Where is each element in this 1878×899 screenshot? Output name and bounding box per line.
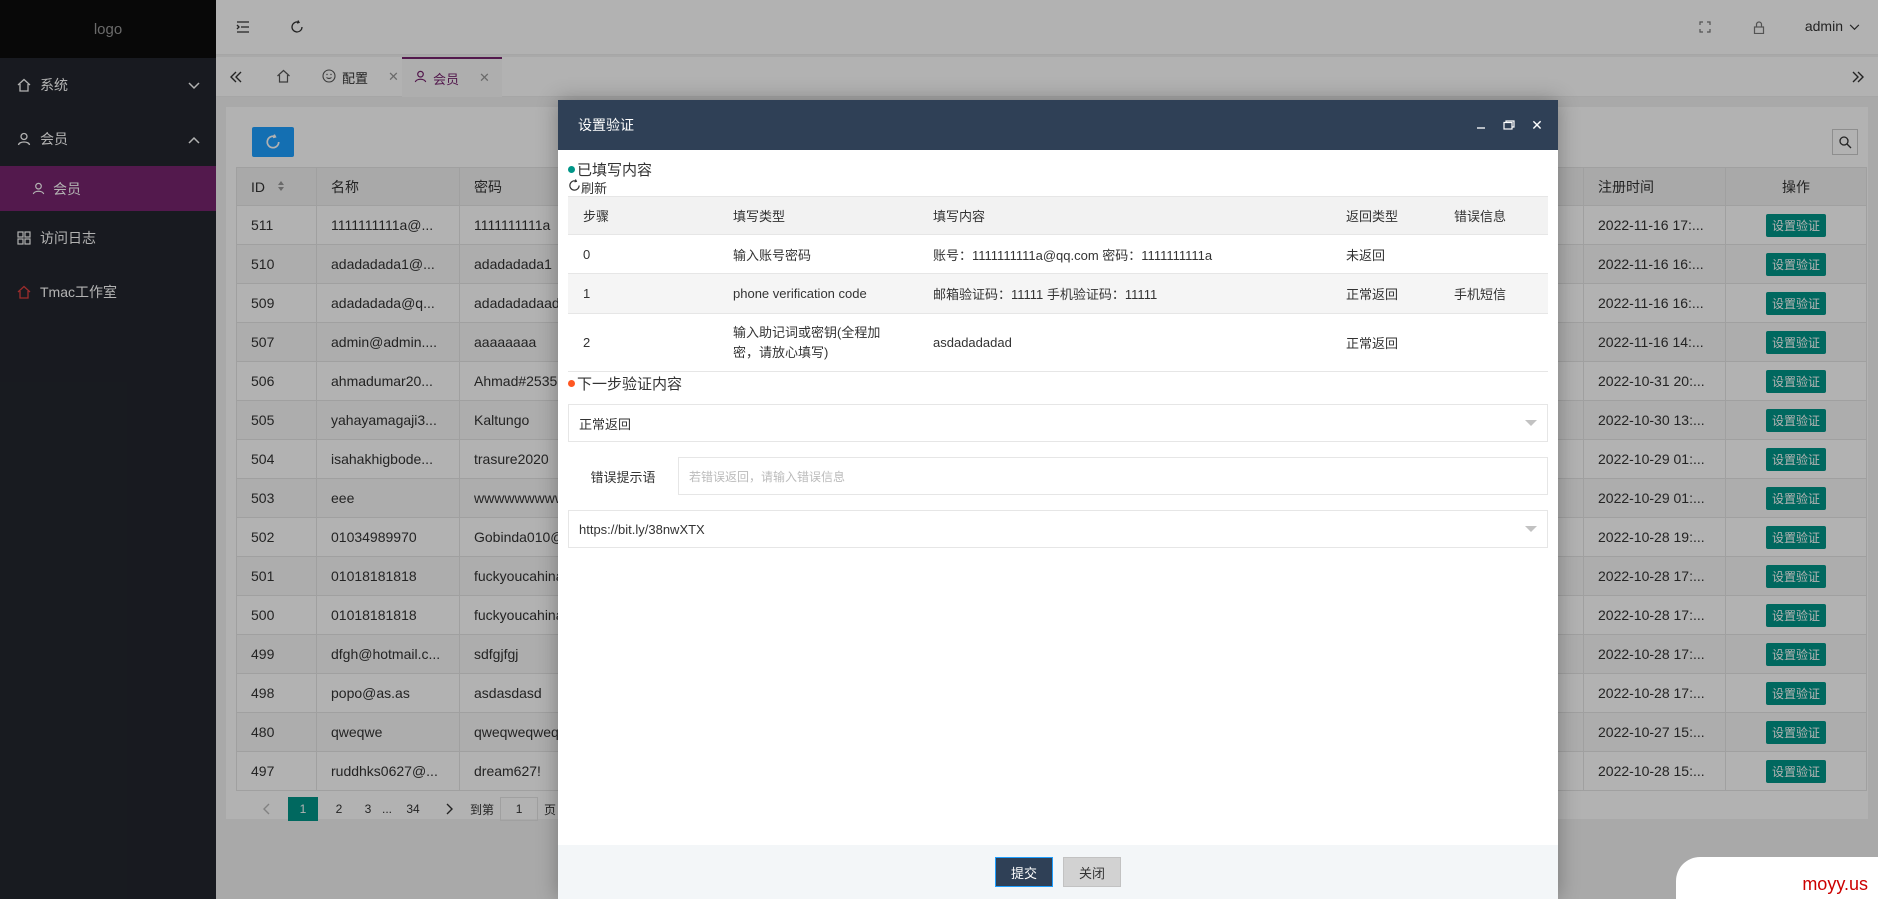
step-cell: 0 — [568, 234, 718, 274]
return-cell: 正常返回 — [1331, 273, 1439, 314]
modal-title: 设置验证 — [578, 117, 634, 133]
content-cell: asdadadadad — [918, 313, 1331, 372]
modal-body: 已填写内容 刷新 步骤 填写类型 填写内容 返回类型 错误信息 0 输入账号密码… — [558, 150, 1558, 548]
error-cell — [1439, 234, 1548, 274]
table-row: 2 输入助记词或密钥(全程加密，请放心填写) asdadadadad 正常返回 — [568, 313, 1548, 372]
type-cell: phone verification code — [718, 273, 918, 314]
column-header-fill-type: 填写类型 — [718, 196, 918, 235]
refresh-icon — [568, 179, 581, 195]
column-header-fill-content: 填写内容 — [918, 196, 1331, 235]
error-cell — [1439, 313, 1548, 372]
next-step-title: 下一步验证内容 — [568, 374, 1548, 393]
modal-header: 设置验证 ✕ — [558, 100, 1558, 150]
error-message-input[interactable]: 若错误返回，请输入错误信息 — [678, 457, 1548, 495]
minimize-icon[interactable] — [1474, 118, 1488, 132]
return-type-select[interactable]: 正常返回 — [568, 404, 1548, 442]
column-header-return-type: 返回类型 — [1331, 196, 1439, 235]
submit-button[interactable]: 提交 — [994, 857, 1053, 887]
refresh-link[interactable]: 刷新 — [568, 178, 1548, 196]
dot-icon — [568, 379, 575, 387]
watermark: moyy.us — [1676, 857, 1878, 899]
column-header-step: 步骤 — [568, 196, 718, 235]
step-cell: 1 — [568, 273, 718, 314]
error-cell: 手机短信 — [1439, 273, 1548, 314]
content-cell: 账号：1111111111a@qq.com 密码：1111111111a — [918, 234, 1331, 274]
filled-steps-table: 步骤 填写类型 填写内容 返回类型 错误信息 0 输入账号密码 账号：11111… — [568, 196, 1548, 372]
close-button[interactable]: 关闭 — [1063, 857, 1122, 887]
maximize-icon[interactable] — [1502, 118, 1516, 132]
dot-icon — [568, 165, 575, 173]
table-row: 0 输入账号密码 账号：1111111111a@qq.com 密码：111111… — [568, 234, 1548, 274]
caret-down-icon — [1525, 420, 1537, 426]
error-message-label: 错误提示语 — [590, 469, 656, 485]
url-select[interactable]: https://bit.ly/38nwXTX — [568, 510, 1548, 548]
caret-down-icon — [1525, 526, 1537, 532]
content-cell: 邮箱验证码：11111 手机验证码：11111 — [918, 273, 1331, 314]
set-verification-modal: 设置验证 ✕ 已填写内容 刷新 步骤 填写类型 填写内容 返回类型 错误信息 0… — [558, 100, 1558, 899]
filled-content-title: 已填写内容 — [568, 160, 1548, 179]
return-cell: 正常返回 — [1331, 313, 1439, 372]
type-cell: 输入账号密码 — [718, 234, 918, 274]
table-header-row: 步骤 填写类型 填写内容 返回类型 错误信息 — [568, 196, 1548, 235]
type-cell: 输入助记词或密钥(全程加密，请放心填写) — [718, 313, 918, 372]
step-cell: 2 — [568, 313, 718, 372]
modal-footer: 提交 关闭 — [558, 845, 1558, 899]
table-row: 1 phone verification code 邮箱验证码：11111 手机… — [568, 273, 1548, 314]
return-cell: 未返回 — [1331, 234, 1439, 274]
column-header-error-info: 错误信息 — [1439, 196, 1548, 235]
close-icon[interactable]: ✕ — [1530, 117, 1544, 133]
error-message-row: 错误提示语 若错误返回，请输入错误信息 — [568, 457, 1548, 495]
